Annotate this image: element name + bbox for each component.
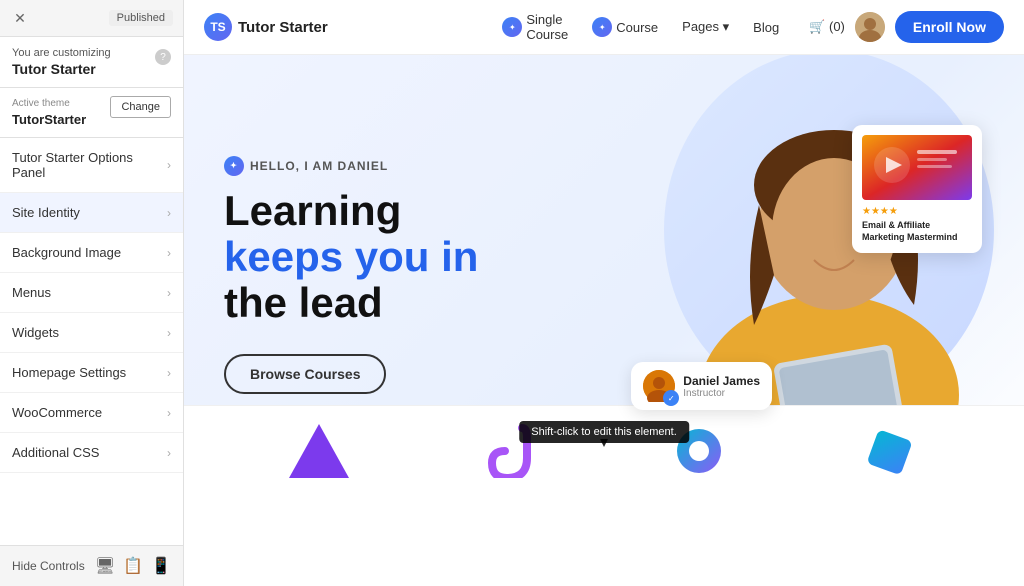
- menu-item-label: Tutor Starter Options Panel: [12, 150, 167, 180]
- top-navigation: TS Tutor Starter ✦ SingleCourse ✦ Course…: [184, 0, 1024, 55]
- headline-line2: keeps you in: [224, 233, 478, 280]
- nav-link-pages[interactable]: Pages ▾: [672, 13, 739, 41]
- blue-cube-icon: [864, 426, 914, 476]
- course-title: Email & Affiliate Marketing Mastermind: [862, 220, 972, 243]
- chevron-right-icon: ›: [167, 326, 171, 340]
- bottom-decorations: [184, 405, 1024, 495]
- chevron-right-icon: ›: [167, 366, 171, 380]
- menu-item-widgets[interactable]: Widgets ›: [0, 313, 183, 353]
- customizer-panel: ✕ Published You are customizing Tutor St…: [0, 0, 184, 586]
- menu-item-label: Additional CSS: [12, 445, 99, 460]
- hello-tag-icon: ✦: [224, 156, 244, 176]
- enroll-now-button[interactable]: Enroll Now: [895, 11, 1004, 43]
- instructor-info: Daniel James Instructor: [683, 374, 760, 399]
- shift-click-tooltip: Shift-click to edit this element.: [519, 421, 689, 443]
- menu-item-label: Menus: [12, 285, 51, 300]
- menu-item-woocommerce[interactable]: WooCommerce ›: [0, 393, 183, 433]
- menu-item-label: Site Identity: [12, 205, 80, 220]
- chevron-right-icon: ›: [167, 246, 171, 260]
- course-stars: ★★★★: [862, 206, 972, 217]
- active-theme-name: TutorStarter: [12, 112, 86, 127]
- close-icon[interactable]: ✕: [10, 8, 30, 28]
- logo-icon: TS: [204, 13, 232, 41]
- customizing-label: You are customizing: [12, 47, 111, 59]
- help-icon[interactable]: ?: [155, 49, 171, 65]
- headline-line1: Learning: [224, 187, 401, 234]
- tooltip-text: Shift-click to edit this element.: [531, 426, 677, 438]
- chevron-right-icon: ›: [167, 406, 171, 420]
- nav-links: ✦ SingleCourse ✦ Course Pages ▾ Blog: [492, 6, 789, 48]
- site-name-label: Tutor Starter: [12, 61, 111, 77]
- headline-line3: the lead: [224, 279, 383, 326]
- cube-decoration: [859, 421, 919, 481]
- menu-item-label: Widgets: [12, 325, 59, 340]
- user-avatar[interactable]: [855, 12, 885, 42]
- menu-items-list: Tutor Starter Options Panel › Site Ident…: [0, 138, 183, 545]
- nav-link-label: Pages ▾: [682, 19, 729, 35]
- menu-item-homepage-settings[interactable]: Homepage Settings ›: [0, 353, 183, 393]
- nav-link-course[interactable]: ✦ Course: [582, 11, 668, 43]
- chevron-right-icon: ›: [167, 158, 171, 172]
- single-course-icon: ✦: [502, 17, 522, 37]
- panel-info: You are customizing Tutor Starter ?: [0, 37, 183, 88]
- menu-item-menus[interactable]: Menus ›: [0, 273, 183, 313]
- view-mode-icons: 🖥 📋 📱: [95, 556, 171, 576]
- triangle-decoration: [289, 421, 349, 481]
- panel-footer: Hide Controls 🖥 📋 📱: [0, 545, 183, 586]
- active-theme-section: Active theme TutorStarter Change: [0, 88, 183, 138]
- menu-item-label: Background Image: [12, 245, 121, 260]
- chevron-right-icon: ›: [167, 446, 171, 460]
- nav-actions: 🛒 (0) Enroll Now: [809, 11, 1004, 43]
- hero-section: ✦ HELLO, I AM DANIEL Learning keeps you …: [184, 55, 1024, 495]
- nav-link-label: SingleCourse: [526, 12, 568, 42]
- browse-courses-button[interactable]: Browse Courses: [224, 354, 386, 394]
- menu-item-site-identity[interactable]: Site Identity ›: [0, 193, 183, 233]
- hello-tag-text: HELLO, I AM DANIEL: [250, 159, 388, 173]
- panel-header: ✕ Published: [0, 0, 183, 37]
- nav-link-single-course[interactable]: ✦ SingleCourse: [492, 6, 578, 48]
- hero-text: ✦ HELLO, I AM DANIEL Learning keeps you …: [224, 156, 478, 395]
- mobile-icon[interactable]: 📱: [151, 556, 171, 576]
- menu-item-label: Homepage Settings: [12, 365, 126, 380]
- main-preview: TS Tutor Starter ✦ SingleCourse ✦ Course…: [184, 0, 1024, 586]
- course-icon: ✦: [592, 17, 612, 37]
- menu-item-label: WooCommerce: [12, 405, 102, 420]
- cart-button[interactable]: 🛒 (0): [809, 19, 845, 35]
- published-badge: Published: [109, 10, 173, 26]
- desktop-icon[interactable]: 🖥: [95, 556, 115, 576]
- site-logo[interactable]: TS Tutor Starter: [204, 13, 328, 41]
- course-card-thumbnail: [862, 135, 972, 200]
- purple-triangle-icon: [289, 424, 349, 478]
- hero-headline: Learning keeps you in the lead: [224, 188, 478, 327]
- hello-tag: ✦ HELLO, I AM DANIEL: [224, 156, 478, 176]
- menu-item-background-image[interactable]: Background Image ›: [0, 233, 183, 273]
- instructor-name: Daniel James: [683, 374, 760, 388]
- nav-link-label: Course: [616, 20, 658, 35]
- nav-link-blog[interactable]: Blog: [743, 14, 789, 41]
- hide-controls-button[interactable]: Hide Controls: [12, 559, 85, 573]
- logo-text: Tutor Starter: [238, 19, 328, 36]
- menu-item-tutor-starter[interactable]: Tutor Starter Options Panel ›: [0, 138, 183, 193]
- verified-badge: ✓: [663, 390, 679, 406]
- course-card: ★★★★ Email & Affiliate Marketing Masterm…: [852, 125, 982, 253]
- menu-item-additional-css[interactable]: Additional CSS ›: [0, 433, 183, 473]
- change-theme-button[interactable]: Change: [110, 96, 171, 118]
- chevron-right-icon: ›: [167, 206, 171, 220]
- instructor-card: ✓ Daniel James Instructor: [631, 362, 772, 410]
- chevron-right-icon: ›: [167, 286, 171, 300]
- tablet-icon[interactable]: 📋: [123, 556, 143, 576]
- instructor-role: Instructor: [683, 388, 760, 399]
- nav-link-label: Blog: [753, 20, 779, 35]
